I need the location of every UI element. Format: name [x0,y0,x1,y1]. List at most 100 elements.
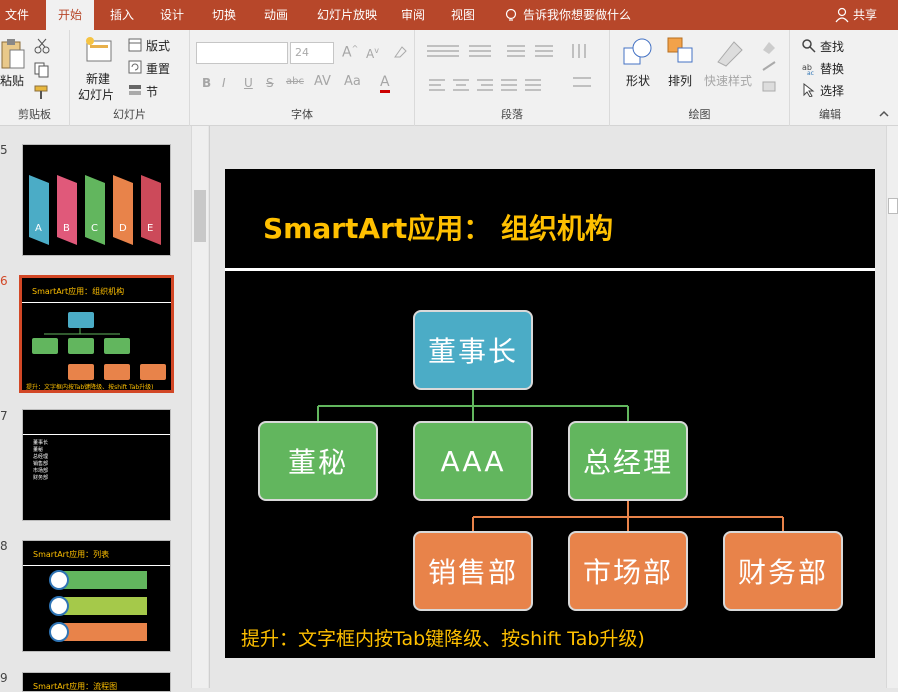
format-painter-icon[interactable] [34,84,50,100]
char-spacing-button[interactable]: abc [286,76,304,87]
grow-font-icon[interactable]: A^ [342,44,358,61]
thumbnail-slide-8[interactable]: SmartArt应用：列表 [22,540,171,652]
thumbnail-number-selected: 6 [0,274,8,288]
thumb7-item: 销售部 [33,461,49,467]
thumbnail-slide-6-selected[interactable]: SmartArt应用：组织机构 提升：文字框内按Tab键降级、按shift Ta… [19,275,174,393]
org-node-general-manager[interactable]: 总经理 [568,421,688,501]
lightbulb-icon [505,8,517,21]
group-paragraph: 段落 [415,30,610,126]
group-font: 24 A^ Av B I U S abc AV Aa A 字体 [190,30,415,126]
new-slide-label-2[interactable]: 幻灯片 [78,86,114,103]
tab-design[interactable]: 设计 [152,0,192,30]
find-button[interactable]: 查找 [820,38,844,55]
tab-review[interactable]: 审阅 [396,0,430,30]
arrange-button[interactable]: 排列 [668,72,692,89]
current-slide[interactable]: SmartArt应用： 组织机构 董事长 董秘 AAA 总经理 销售部 市场部 … [225,169,875,658]
org-node-sales[interactable]: 销售部 [413,531,533,611]
thumb5-letter-e: E [147,223,154,234]
reset-button[interactable]: 重置 [146,60,170,77]
org-node-chairman[interactable]: 董事长 [413,310,533,390]
paste-label[interactable]: 粘贴 [0,72,24,89]
thumbnail-number: 5 [0,143,8,157]
ribbon-tab-bar: 文件 开始 插入 设计 切换 动画 幻灯片放映 审阅 视图 告诉我你想要做什么 … [0,0,898,30]
tab-slideshow[interactable]: 幻灯片放映 [308,0,386,30]
org-node-secretary[interactable]: 董秘 [258,421,378,501]
strike-button[interactable]: S [266,76,274,90]
group-label-drawing: 绘图 [688,108,711,121]
bold-button[interactable]: B [202,76,211,90]
layout-icon [128,38,142,52]
ribbon: 粘贴 剪贴板 新建 幻灯片 版式 重置 节 幻灯片 24 A^ Av B I U… [0,30,898,126]
thumb7-item: 总经理 [33,454,49,460]
arrange-icon[interactable] [666,36,696,68]
copy-icon[interactable] [34,62,50,78]
editor-scroll-thumb[interactable] [888,198,898,214]
find-icon [802,39,816,53]
replace-icon: abac [802,63,814,75]
section-icon [129,85,141,95]
thumb6-org-chart [32,312,166,380]
thumb7-item: 董事长 [33,440,49,446]
thumb5-letter-c: C [91,223,98,234]
group-label-clipboard: 剪贴板 [18,108,51,121]
quick-styles-button[interactable]: 快速样式 [704,72,752,89]
thumb9-title: SmartArt应用：流程图 [33,682,118,691]
shapes-icon[interactable] [622,36,654,68]
change-case-icon[interactable]: Aa [344,74,361,89]
svg-text:ac: ac [807,70,814,75]
thumbnail-number: 7 [0,409,8,423]
org-node-marketing[interactable]: 市场部 [568,531,688,611]
thumb5-letter-d: D [119,223,127,234]
thumb7-item: 财务部 [33,475,49,481]
thumb5-letter-b: B [63,223,70,234]
font-size-combo[interactable]: 24 [290,42,334,64]
shapes-button[interactable]: 形状 [626,72,650,89]
tab-home[interactable]: 开始 [46,0,94,30]
tell-me-search[interactable]: 告诉我你想要做什么 [523,0,631,30]
reset-icon [128,60,142,74]
tab-file[interactable]: 文件 [0,0,34,30]
collapse-ribbon-icon[interactable] [878,108,890,120]
paste-icon[interactable] [0,36,26,70]
clear-format-icon[interactable] [392,44,408,60]
italic-button[interactable]: I [222,76,226,90]
group-editing: 查找 ab ac 替换 选择 编辑 [790,30,870,126]
editor-scrollbar[interactable] [886,126,898,688]
share-button[interactable]: 共享 [853,0,877,30]
font-color-icon[interactable]: A [380,74,390,93]
thumbnail-number: 9 [0,671,8,685]
quick-styles-icon[interactable] [714,36,746,68]
shape-fill-outline-effects-icons[interactable] [760,38,778,98]
shrink-font-icon[interactable]: Av [366,46,379,61]
thumb8-list-graphic [23,565,170,642]
group-label-editing: 编辑 [819,108,841,121]
tab-transitions[interactable]: 切换 [204,0,244,30]
tab-insert[interactable]: 插入 [102,0,142,30]
section-button[interactable]: 节 [146,83,158,100]
select-button[interactable]: 选择 [820,82,844,99]
group-label-paragraph: 段落 [501,108,523,121]
group-drawing: 形状 排列 快速样式 绘图 [610,30,790,126]
slide-tip-text[interactable]: 提升：文字框内按Tab键降级、按shift Tab升级) [241,624,645,651]
thumbnail-scrollbar[interactable] [191,126,208,688]
cut-icon[interactable] [34,38,50,54]
org-node-finance[interactable]: 财务部 [723,531,843,611]
org-node-aaa[interactable]: AAA [413,421,533,501]
layout-button[interactable]: 版式 [146,37,170,54]
thumbnail-scroll-thumb[interactable] [194,190,206,242]
new-slide-icon[interactable] [84,36,114,66]
underline-button[interactable]: U [244,76,253,90]
char-space-icon[interactable]: AV [314,74,331,89]
replace-button[interactable]: 替换 [820,60,844,77]
thumbnail-slide-7[interactable]: 董事长 董秘 总经理 销售部 市场部 财务部 [22,409,171,521]
tab-animations[interactable]: 动画 [256,0,296,30]
font-name-combo[interactable] [196,42,288,64]
thumb5-letter-a: A [35,223,42,234]
new-slide-label-1[interactable]: 新建 [86,70,110,87]
thumbnail-slide-9[interactable]: SmartArt应用：流程图 [22,672,171,692]
select-cursor-icon [803,83,815,97]
paragraph-icons[interactable] [425,42,601,106]
tab-view[interactable]: 视图 [446,0,480,30]
thumbnail-slide-5[interactable]: A B C D E [22,144,171,256]
slide-thumbnail-pane: 5 A B C D E 6 SmartArt应用：组织机构 提升：文字框内按Ta… [0,126,210,692]
